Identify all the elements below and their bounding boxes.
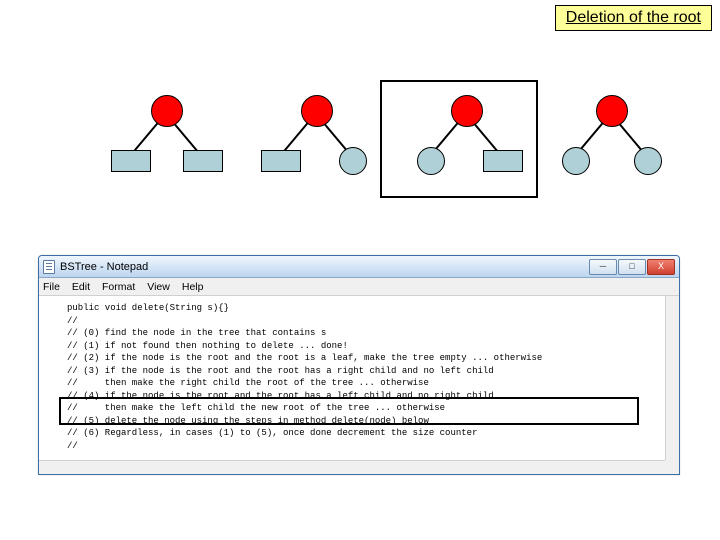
notepad-window: BSTree - Notepad ─ □ X File Edit Format … — [38, 255, 680, 475]
menu-edit[interactable]: Edit — [72, 281, 90, 293]
left-child-rect — [111, 150, 151, 172]
vertical-scrollbar[interactable] — [665, 296, 679, 460]
tree-case-2 — [255, 95, 375, 185]
root-node-red — [301, 95, 333, 127]
code-line: // — [67, 440, 671, 453]
left-child-circle — [417, 147, 445, 175]
titlebar[interactable]: BSTree - Notepad ─ □ X — [39, 256, 679, 278]
title-box: Deletion of the root — [555, 5, 712, 31]
code-line: public void delete(String s){} — [67, 302, 671, 315]
left-child-circle — [562, 147, 590, 175]
edge — [282, 122, 309, 154]
code-line: // (3) if the node is the root and the r… — [67, 365, 671, 378]
horizontal-scrollbar[interactable] — [39, 460, 665, 474]
menubar: File Edit Format View Help — [39, 278, 679, 296]
root-node-red — [151, 95, 183, 127]
close-button[interactable]: X — [647, 259, 675, 275]
menu-view[interactable]: View — [147, 281, 170, 293]
code-line: // (5) delete the node using the steps i… — [67, 415, 671, 428]
code-line: // then make the right child the root of… — [67, 377, 671, 390]
root-node-red — [451, 95, 483, 127]
tree-case-1 — [105, 95, 225, 185]
code-line: // (0) find the node in the tree that co… — [67, 327, 671, 340]
right-child-rect — [483, 150, 523, 172]
tree-case-4 — [550, 95, 670, 185]
code-line: // (2) if the node is the root and the r… — [67, 352, 671, 365]
code-line: // (6) Regardless, in cases (1) to (5), … — [67, 427, 671, 440]
right-child-circle — [634, 147, 662, 175]
tree-diagrams — [105, 95, 695, 205]
left-child-rect — [261, 150, 301, 172]
root-node-red — [596, 95, 628, 127]
scroll-corner — [665, 460, 679, 474]
code-line: // — [67, 315, 671, 328]
notepad-icon — [43, 260, 55, 274]
text-area[interactable]: public void delete(String s){} // // (0)… — [39, 296, 679, 474]
maximize-button[interactable]: □ — [618, 259, 646, 275]
menu-format[interactable]: Format — [102, 281, 135, 293]
code-line: // (4) if the node is the root and the r… — [67, 390, 671, 403]
tree-case-3 — [405, 95, 525, 185]
menu-file[interactable]: File — [43, 281, 60, 293]
minimize-button[interactable]: ─ — [589, 259, 617, 275]
menu-help[interactable]: Help — [182, 281, 204, 293]
right-child-rect — [183, 150, 223, 172]
code-line: // (1) if not found then nothing to dele… — [67, 340, 671, 353]
window-title: BSTree - Notepad — [60, 261, 589, 273]
window-controls: ─ □ X — [589, 259, 675, 275]
code-line: // then make the left child the new root… — [67, 402, 671, 415]
title-text: Deletion of the root — [566, 9, 701, 26]
edge — [132, 122, 159, 154]
right-child-circle — [339, 147, 367, 175]
